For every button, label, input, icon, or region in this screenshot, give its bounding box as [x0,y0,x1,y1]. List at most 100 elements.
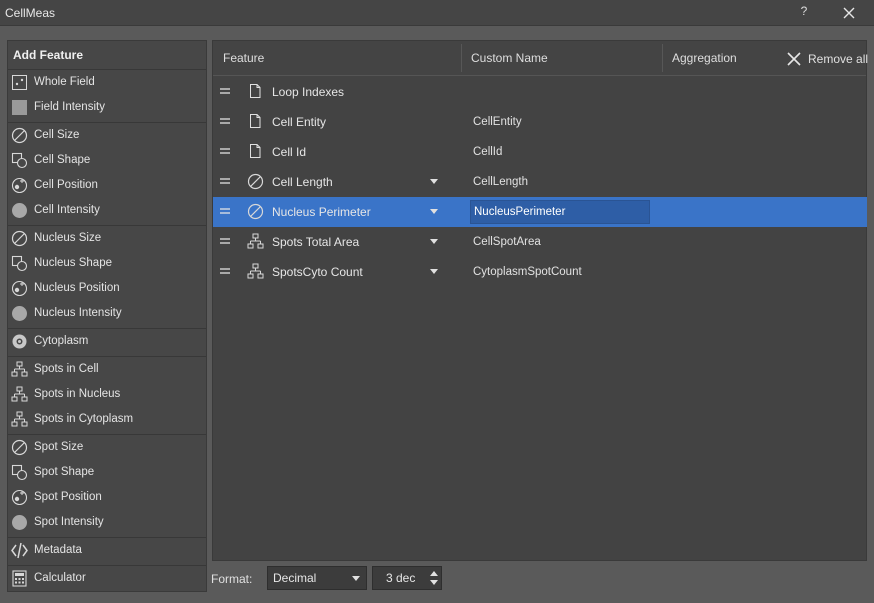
remove-all-label: Remove all [808,52,869,66]
help-button[interactable]: ? [797,4,811,22]
drag-handle-icon[interactable] [219,265,231,277]
column-divider[interactable] [461,44,462,72]
document-icon [247,113,263,129]
custom-name[interactable]: CellLength [473,167,528,197]
feature-item-label: Cell Size [34,129,80,141]
document-icon [247,143,263,159]
field-intensity-icon [11,99,28,116]
custom-name[interactable]: CellEntity [473,107,522,137]
table-row[interactable]: Cell Entity CellEntity [213,107,867,137]
format-label: Format: [211,572,253,586]
feature-name: Cell Id [272,145,307,159]
feature-item-cell-position[interactable]: Cell Position [8,173,206,198]
feature-item-label: Nucleus Intensity [34,307,122,319]
table-row[interactable]: Loop Indexes [213,77,867,107]
feature-item-spots-in-cell[interactable]: Spots in Cell [8,357,206,382]
feature-item-spot-shape[interactable]: Spot Shape [8,460,206,485]
feature-item-nucleus-shape[interactable]: Nucleus Shape [8,251,206,276]
drag-handle-icon[interactable] [219,145,231,157]
column-header-aggregation[interactable]: Aggregation [672,41,737,76]
spin-up-button[interactable] [427,568,441,578]
feature-item-cell-shape[interactable]: Cell Shape [8,148,206,173]
add-feature-heading: Add Feature [8,41,206,70]
feature-name: Nucleus Perimeter [272,205,371,219]
feature-item-spots-in-nucleus[interactable]: Spots in Nucleus [8,382,206,407]
feature-item-nucleus-intensity[interactable]: Nucleus Intensity [8,301,206,326]
feature-item-nucleus-size[interactable]: Nucleus Size [8,226,206,251]
feature-item-spot-position[interactable]: Spot Position [8,485,206,510]
feature-item-cytoplasm[interactable]: Cytoplasm [8,329,206,354]
whole-field-icon [11,74,28,91]
feature-name: Cell Entity [272,115,327,129]
feature-item-label: Whole Field [34,76,95,88]
position-icon [11,280,28,297]
feature-name: Cell Length [272,175,333,189]
feature-item-label: Cell Intensity [34,204,100,216]
drag-handle-icon[interactable] [219,85,231,97]
table-header: Feature Custom Name Aggregation Remove a… [213,41,869,76]
close-button[interactable] [840,4,858,22]
feature-item-spots-in-cytoplasm[interactable]: Spots in Cytoplasm [8,407,206,432]
chevron-down-icon[interactable] [430,239,438,244]
chevron-down-icon [352,576,360,581]
calculator-icon [11,570,28,587]
title-bar: CellMeas ? [0,0,874,26]
column-header-custom-name[interactable]: Custom Name [471,41,548,76]
cytoplasm-icon [11,333,28,350]
drag-handle-icon[interactable] [219,115,231,127]
column-header-feature[interactable]: Feature [223,41,264,76]
feature-item-metadata[interactable]: Metadata [8,538,206,563]
chevron-down-icon[interactable] [430,209,438,214]
feature-item-nucleus-position[interactable]: Nucleus Position [8,276,206,301]
window-title: CellMeas [5,6,56,20]
position-icon [11,177,28,194]
table-row[interactable]: Cell Length CellLength [213,167,867,197]
table-row[interactable]: Cell Id CellId [213,137,867,167]
decimals-spinbox[interactable]: 3 dec [372,566,442,590]
decimals-value: 3 dec [386,571,416,585]
chevron-down-icon[interactable] [430,179,438,184]
feature-item-cell-size[interactable]: Cell Size [8,123,206,148]
drag-handle-icon[interactable] [219,235,231,247]
table-row[interactable]: Spots Total Area CellSpotArea [213,227,867,257]
intensity-icon [11,305,28,322]
drag-handle-icon[interactable] [219,175,231,187]
spin-down-button[interactable] [427,578,441,588]
feature-name: SpotsCyto Count [272,265,363,279]
feature-item-field-intensity[interactable]: Field Intensity [8,95,206,120]
feature-item-label: Spots in Nucleus [34,388,121,400]
drag-handle-icon[interactable] [219,205,231,217]
table-row[interactable]: Nucleus Perimeter [213,197,867,227]
feature-item-spot-size[interactable]: Spot Size [8,435,206,460]
format-select[interactable]: Decimal [267,566,367,590]
intensity-icon [11,514,28,531]
shape-icon [11,255,28,272]
feature-item-label: Spot Shape [34,466,95,478]
shape-icon [11,464,28,481]
feature-item-label: Spots in Cell [34,363,99,375]
table-row[interactable]: SpotsCyto Count CytoplasmSpotCount [213,257,867,287]
feature-item-label: Nucleus Size [34,232,102,244]
feature-item-calculator[interactable]: Calculator [8,566,206,591]
size-icon [247,173,264,190]
size-icon [11,439,28,456]
feature-item-spot-intensity[interactable]: Spot Intensity [8,510,206,535]
feature-item-whole-field[interactable]: Whole Field [8,70,206,95]
feature-item-cell-intensity[interactable]: Cell Intensity [8,198,206,223]
column-divider[interactable] [662,44,663,72]
feature-item-label: Nucleus Position [34,282,120,294]
feature-item-label: Spot Position [34,491,102,503]
custom-name[interactable]: CellSpotArea [473,227,541,257]
feature-item-label: Calculator [34,572,86,584]
feature-table: Feature Custom Name Aggregation Remove a… [212,40,869,561]
position-icon [11,489,28,506]
chevron-down-icon[interactable] [430,269,438,274]
custom-name[interactable]: CytoplasmSpotCount [473,257,582,287]
feature-item-label: Spot Intensity [34,516,104,528]
custom-name[interactable]: CellId [473,137,502,167]
custom-name-input[interactable] [470,200,650,224]
feature-list: Whole Field Field Intensity Cell Size Cell … [8,70,206,591]
hierarchy-icon [247,263,264,279]
feature-item-label: Metadata [34,544,82,556]
format-value: Decimal [273,571,317,585]
